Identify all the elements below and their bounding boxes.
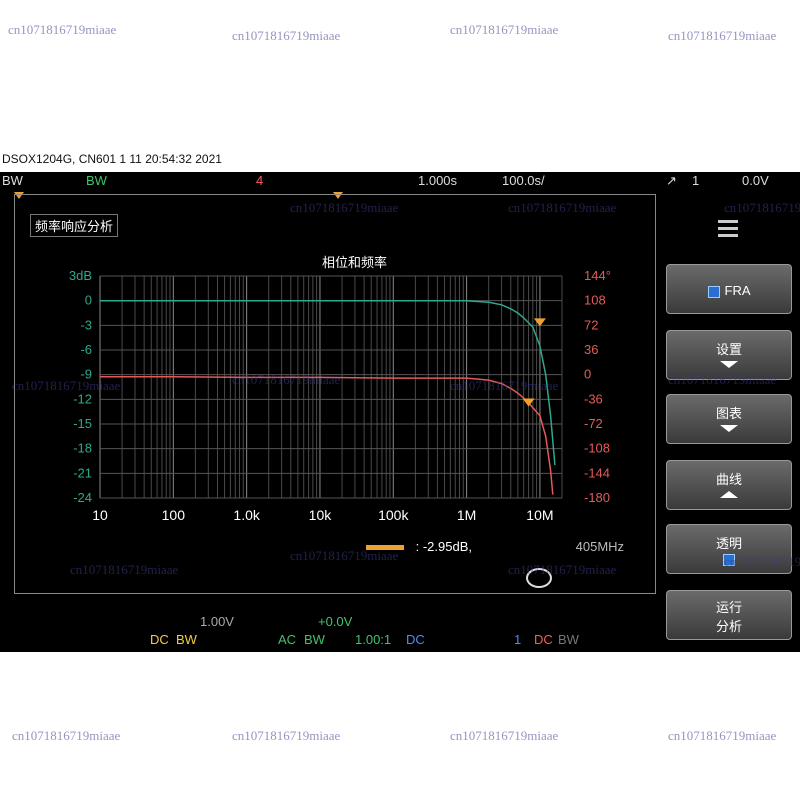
y-left-tick-label: -3 xyxy=(80,317,92,332)
y-right-tick-label: -36 xyxy=(584,391,603,406)
ch4-coupling[interactable]: DC xyxy=(534,632,553,647)
watermark-text: cn1071816719miaae xyxy=(70,562,179,577)
y-right-tick-label: 36 xyxy=(584,342,598,357)
softkey-trace-label: 曲线 xyxy=(715,472,742,487)
y-right-tick-label: 72 xyxy=(584,317,598,332)
ch3-probe: 1 xyxy=(514,632,522,647)
channel-status-bar: 1.00V +0.0V DC BW AC BW 1.00:1 DC 1 DC B… xyxy=(0,612,660,652)
cursor-freq-value: 405MHz xyxy=(575,539,625,554)
watermark-text: cn1071816719miaae xyxy=(12,378,121,393)
softkey-chart-label: 图表 xyxy=(715,406,742,421)
y-right-tick-label: 0 xyxy=(584,367,591,382)
x-tick-label: 1.0k xyxy=(233,507,260,523)
softkey-transparent-label: 透明 xyxy=(715,536,742,551)
watermark-text: cn1071816719miaae xyxy=(232,372,341,387)
watermark-text: cn1071816719miaae xyxy=(232,728,341,743)
watermark-text: cn1071816719miaae xyxy=(12,728,121,743)
ch2-probe: 1.00:1 xyxy=(355,632,392,647)
y-right-tick-label: -72 xyxy=(584,416,603,431)
menu-icon[interactable] xyxy=(718,220,738,240)
y-left-tick-label: -21 xyxy=(73,465,92,480)
x-tick-label: 100 xyxy=(162,507,186,523)
ch2-coupling[interactable]: AC xyxy=(278,632,296,647)
softkey-fra-label: FRA xyxy=(724,283,751,298)
softkey-run-analysis[interactable]: 运行 分析 xyxy=(666,590,792,640)
y-left-tick-label: -15 xyxy=(73,416,92,431)
scope-display: BW BW 4 1.000s 100.0s/ ↗ 1 0.0V 频率响应分析 相… xyxy=(0,172,800,652)
watermark-text: cn1071816719miaae xyxy=(668,372,777,387)
chevron-down-icon xyxy=(720,361,738,368)
watermark-text: cn1071816719miaae xyxy=(724,554,800,569)
watermark-text: cn1071816719miaae xyxy=(8,22,117,37)
ch4-bw: BW xyxy=(558,632,579,647)
y-left-tick-label: -18 xyxy=(73,441,92,456)
y-right-tick-label: 144° xyxy=(584,268,611,283)
ch1-scale: 1.00V xyxy=(200,614,234,629)
watermark-text: cn1071816719miaae xyxy=(290,548,399,563)
watermark-text: cn1071816719miaae xyxy=(232,28,341,43)
ch1-coupling[interactable]: DC xyxy=(150,632,169,647)
y-right-tick-label: -180 xyxy=(584,490,610,505)
softkey-fra[interactable]: FRA xyxy=(666,264,792,314)
trigger-level: 0.0V xyxy=(742,173,769,188)
softkey-setup-label: 设置 xyxy=(715,342,742,357)
x-tick-label: 10 xyxy=(92,507,108,523)
softkey-trace[interactable]: 曲线 xyxy=(666,460,792,510)
y-right-tick-label: 108 xyxy=(584,293,606,308)
trigger-edge-icon: ↗ xyxy=(666,173,677,188)
trigger-source: 1 xyxy=(692,173,700,188)
phase-trace xyxy=(100,375,554,495)
y-left-tick-label: 3dB xyxy=(69,268,92,283)
watermark-text: cn1071816719miaae xyxy=(450,22,559,37)
watermark-text: cn1071816719miaae xyxy=(508,200,617,215)
y-left-tick-label: -6 xyxy=(80,342,92,357)
x-tick-label: 100k xyxy=(378,507,409,523)
ch2-offset: +0.0V xyxy=(318,614,353,629)
watermark-text: cn1071816719miaae xyxy=(508,562,617,577)
softkey-chart[interactable]: 图表 xyxy=(666,394,792,444)
x-tick-label: 1M xyxy=(457,507,476,523)
watermark-text: cn1071816719miaae xyxy=(450,378,559,393)
x-tick-label: 10k xyxy=(309,507,333,523)
device-title-line: DSOX1204G, CN601 1 11 20:54:32 2021 xyxy=(2,152,222,166)
watermark-text: cn1071816719miaae xyxy=(450,728,559,743)
ch1-bw: BW xyxy=(176,632,197,647)
y-left-tick-label: -24 xyxy=(73,490,92,505)
fra-enabled-checkbox[interactable] xyxy=(707,285,720,298)
ch2-bw: BW xyxy=(304,632,325,647)
watermark-text: cn1071816719miaae xyxy=(724,200,800,215)
watermark-text: cn1071816719miaae xyxy=(668,28,777,43)
cursor-gain-value: : -2.95dB, xyxy=(415,539,472,554)
softkey-run-label-1: 运行 xyxy=(715,600,742,615)
y-right-tick-label: -144 xyxy=(584,465,610,480)
cursor-readout: : -2.95dB, 405MHz xyxy=(366,539,624,554)
ch3-coupling[interactable]: DC xyxy=(406,632,425,647)
softkey-run-label-2: 分析 xyxy=(715,619,742,634)
chevron-up-icon xyxy=(720,491,738,498)
watermark-text: cn1071816719miaae xyxy=(290,200,399,215)
watermark-text: cn1071816719miaae xyxy=(668,728,777,743)
y-left-tick-label: 0 xyxy=(85,293,92,308)
chevron-down-icon xyxy=(720,425,738,432)
y-right-tick-label: -108 xyxy=(584,441,610,456)
x-tick-label: 10M xyxy=(526,507,553,523)
